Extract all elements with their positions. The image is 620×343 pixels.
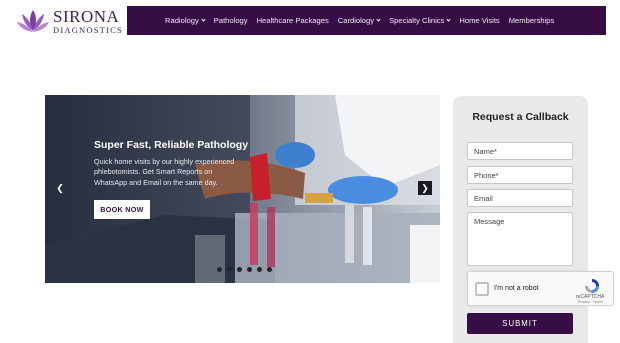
slide-description: Quick home visits by our highly experien… <box>94 157 235 187</box>
nav-item-specialty-clinics[interactable]: Specialty Clinics <box>389 16 451 25</box>
slider-dot[interactable] <box>217 267 222 272</box>
phone-field[interactable]: Phone* <box>467 166 573 184</box>
recaptcha-checkbox[interactable] <box>475 282 489 296</box>
page: SIRONA DIAGNOSTICS Radiology Pathology H… <box>0 0 620 343</box>
hero-slider[interactable]: Super Fast, Reliable Pathology Quick hom… <box>45 95 440 283</box>
chevron-down-icon <box>201 17 206 22</box>
chevron-left-icon[interactable]: ❮ <box>53 181 67 195</box>
slider-dot[interactable] <box>247 267 252 272</box>
nav-item-home-visits[interactable]: Home Visits <box>459 16 499 25</box>
nav-label: Specialty Clinics <box>389 16 445 25</box>
nav-label: Pathology <box>213 16 248 25</box>
submit-button[interactable]: SUBMIT <box>467 313 573 334</box>
name-field[interactable]: Name* <box>467 142 573 160</box>
slider-dot[interactable] <box>267 267 272 272</box>
slide-title: Super Fast, Reliable Pathology <box>94 139 249 151</box>
chevron-down-icon <box>446 17 451 22</box>
nav-item-healthcare-packages[interactable]: Healthcare Packages <box>257 16 329 25</box>
recaptcha-icon <box>585 279 599 293</box>
slider-dot[interactable] <box>257 267 262 272</box>
nav-label: Radiology <box>165 16 199 25</box>
nav-item-cardiology[interactable]: Cardiology <box>337 16 381 25</box>
nav-item-memberships[interactable]: Memberships <box>509 16 555 25</box>
nav-item-pathology[interactable]: Pathology <box>214 16 248 25</box>
callback-title: Request a Callback <box>472 111 569 123</box>
recaptcha-widget: I'm not a robot reCAPTCHA Privacy - Term… <box>467 271 614 306</box>
logo[interactable]: SIRONA DIAGNOSTICS <box>16 5 126 37</box>
callback-form: Request a Callback Name* Phone* Email Me… <box>453 96 614 343</box>
main-nav: Radiology Pathology Healthcare Packages … <box>127 6 606 35</box>
message-field[interactable]: Message <box>467 212 573 266</box>
nav-label: Home Visits <box>459 16 500 25</box>
brand-subtitle: DIAGNOSTICS <box>53 24 123 35</box>
lotus-icon <box>17 10 49 32</box>
book-now-button[interactable]: BOOK NOW <box>94 200 150 219</box>
chevron-down-icon <box>376 17 381 22</box>
email-field[interactable]: Email <box>467 189 573 207</box>
nav-label: Memberships <box>508 16 555 25</box>
nav-item-radiology[interactable]: Radiology <box>165 16 206 25</box>
slider-dots <box>217 267 277 272</box>
recaptcha-label: I'm not a robot <box>494 285 539 292</box>
nav-label: Cardiology <box>337 16 375 25</box>
brand-name: SIRONA <box>53 6 120 26</box>
nav-label: Healthcare Packages <box>256 16 329 25</box>
slide-photo <box>45 95 440 283</box>
slider-dot[interactable] <box>237 267 242 272</box>
chevron-right-icon[interactable]: ❯ <box>418 181 432 195</box>
slider-dot[interactable] <box>227 267 232 272</box>
recaptcha-terms[interactable]: Privacy - Terms <box>578 300 603 304</box>
